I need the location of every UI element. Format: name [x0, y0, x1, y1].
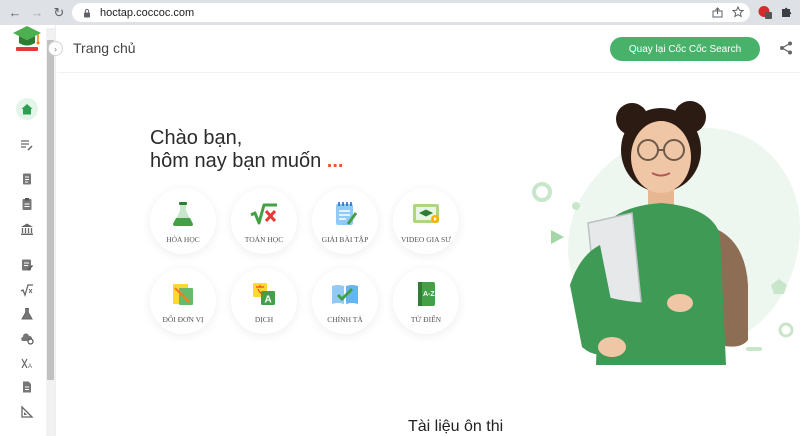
bookmark-star-icon[interactable] — [732, 6, 744, 18]
greeting-dots: ... — [326, 150, 344, 172]
tile-unit-converter[interactable]: ĐỔI ĐƠN VỊ — [150, 268, 216, 334]
tile-label: GIẢI BÀI TẬP — [321, 235, 369, 244]
address-bar[interactable]: hoctap.coccoc.com — [72, 3, 750, 22]
home-icon — [21, 104, 33, 115]
greeting-line-2: hôm nay bạn muốn ... — [150, 150, 343, 173]
video-tutor-icon — [413, 204, 439, 223]
sidebar-item-settings-cloud[interactable] — [16, 327, 38, 349]
tile-label: ĐỔI ĐƠN VỊ — [162, 315, 204, 324]
cloud-gear-icon — [21, 333, 34, 345]
graduation-cap-logo-icon[interactable] — [10, 20, 44, 54]
flask-icon — [21, 308, 33, 320]
tile-label: HÓA HỌC — [166, 235, 200, 244]
sidebar-item-exercises[interactable] — [16, 254, 38, 276]
sidebar-item-schools[interactable] — [16, 218, 38, 240]
page-title: Trang chủ — [73, 40, 136, 56]
tile-dictionary[interactable]: A-Z TỪ ĐIỂN — [393, 268, 459, 334]
tile-label: VIDEO GIA SƯ — [401, 235, 451, 244]
tile-video-tutor[interactable]: VIDEO GIA SƯ — [393, 188, 459, 254]
svg-text:A: A — [265, 295, 272, 306]
note-edit-icon — [22, 259, 34, 271]
ring-decoration-small-icon — [778, 322, 794, 338]
document-icon — [23, 173, 31, 185]
tile-label: DỊCH — [254, 315, 274, 324]
browser-toolbar: ← → ↻ hoctap.coccoc.com — [0, 0, 800, 25]
tile-label: TOÁN HỌC — [244, 235, 284, 244]
ring-decoration-icon — [532, 182, 552, 202]
translate-icon: A — [253, 283, 275, 306]
flask-icon — [173, 202, 193, 226]
tile-math[interactable]: TOÁN HỌC — [231, 188, 297, 254]
extension-adblock-icon[interactable] — [758, 5, 772, 19]
sidebar-scroll-thumb[interactable] — [47, 40, 54, 380]
sidebar-item-exams[interactable] — [16, 193, 38, 215]
notepad-icon — [336, 202, 358, 225]
share-page-icon[interactable] — [712, 7, 723, 18]
reload-icon[interactable]: ↻ — [48, 2, 70, 24]
sidebar-collapse-toggle[interactable]: › — [48, 41, 63, 56]
sidebar-item-math[interactable] — [16, 279, 38, 301]
svg-text:A: A — [28, 364, 32, 370]
sqrt-x-icon — [250, 203, 277, 225]
sidebar-item-documents[interactable] — [16, 168, 38, 190]
book-check-icon — [332, 285, 358, 304]
tile-spelling[interactable]: CHÍNH TẢ — [312, 268, 378, 334]
pentagon-decoration-icon — [771, 279, 787, 294]
tile-label: TỪ ĐIỂN — [410, 315, 442, 324]
sidebar-item-home[interactable] — [16, 98, 38, 120]
sidebar-item-geometry[interactable] — [16, 401, 38, 423]
tile-homework[interactable]: GIẢI BÀI TẬP — [312, 188, 378, 254]
section-title: Tài liệu ôn thi — [408, 418, 504, 435]
student-illustration — [570, 101, 748, 365]
header-divider — [57, 72, 800, 73]
back-to-search-button[interactable]: Quay lại Cốc Cốc Search — [610, 37, 760, 61]
dictionary-icon: A-Z — [418, 282, 435, 306]
building-icon — [21, 223, 33, 235]
greeting-line-1: Chào bạn, — [150, 127, 243, 149]
url-text: hoctap.coccoc.com — [100, 6, 195, 19]
clipboard-icon — [22, 198, 32, 210]
tile-translate[interactable]: A DỊCH — [231, 268, 297, 334]
file-icon — [23, 381, 31, 393]
tile-chemistry[interactable]: HÓA HỌC — [150, 188, 216, 254]
chevron-right-icon: › — [54, 43, 57, 54]
greeting-question: hôm nay bạn muốn — [150, 150, 322, 172]
tile-label: CHÍNH TẢ — [327, 315, 363, 324]
sidebar-item-pdf[interactable] — [16, 376, 38, 398]
sidebar-item-chemistry[interactable] — [16, 303, 38, 325]
list-edit-icon — [21, 140, 33, 151]
sidebar-item-list[interactable] — [16, 134, 38, 156]
puzzle-extensions-icon[interactable] — [780, 6, 792, 18]
ruler-icon — [173, 284, 193, 305]
lock-icon — [84, 8, 90, 17]
svg-text:A-Z: A-Z — [423, 291, 435, 298]
sidebar-item-translate[interactable]: A — [16, 352, 38, 374]
translate-icon: A — [21, 358, 32, 370]
set-square-icon — [21, 405, 34, 418]
square-root-icon — [20, 284, 33, 297]
share-icon[interactable] — [778, 40, 794, 56]
